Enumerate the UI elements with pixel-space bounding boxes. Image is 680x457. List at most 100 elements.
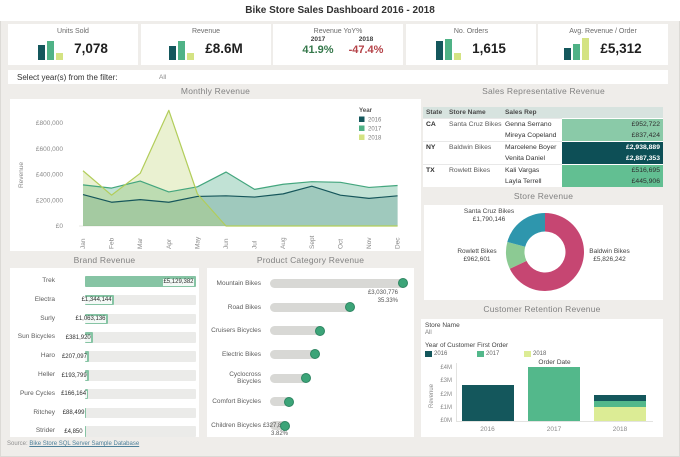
product-category-chart[interactable]: Mountain Bikes Road Bikes Cruisers Bicycle…	[207, 268, 414, 437]
sales-rep-col-header: Store Name	[446, 107, 502, 118]
monthly-x-tick: Jun	[223, 238, 230, 249]
monthly-x-tick: Jul	[252, 240, 259, 249]
retention-segment-2016	[461, 385, 514, 421]
monthly-x-tick: Nov	[366, 237, 373, 249]
brand-bar-track	[84, 426, 196, 437]
sales-rep-cell: Genna Serrano	[502, 117, 562, 130]
brand-row-pure-cycles[interactable]: Pure Cycles £166,164	[10, 385, 199, 404]
brand-label: Trek	[42, 277, 55, 284]
monthly-x-tick: Feb	[109, 237, 116, 249]
category-label: Children Bicycles	[211, 422, 261, 429]
brand-value-label: £381,920	[65, 334, 92, 342]
kpi-mini-bar	[582, 38, 589, 60]
category-row-children-bicycles[interactable]: Children Bicycles	[207, 415, 414, 437]
kpi-card-units-sold: Units Sold 7,078	[8, 24, 138, 65]
year-filter-value[interactable]: All	[159, 74, 166, 81]
sales-rep-table[interactable]: State Store Name Sales Rep CA Santa Cruz Bik…	[423, 107, 663, 187]
kpi-mini-bar	[454, 53, 461, 60]
brand-row-heller[interactable]: Heller £193,799	[10, 366, 199, 385]
retention-legend-item-2016[interactable]: 2016	[425, 350, 465, 358]
retention-store-name-label: Store Name	[425, 322, 460, 329]
brand-label: Surly	[40, 314, 55, 322]
kpi-yoy-percent: -47.4%	[348, 44, 384, 56]
category-annotation-line: £3,030,776	[367, 289, 398, 296]
brand-bar-track	[84, 370, 196, 381]
sales-rep-row[interactable]: Layla Terrell £445,906	[423, 175, 663, 187]
sales-rep-cell: £445,906	[562, 175, 663, 187]
monthly-legend-swatch-2018	[359, 134, 365, 140]
category-row-cruisers-bicycles[interactable]: Cruisers Bicycles	[207, 320, 414, 342]
sales-rep-col-header: Sales Rep	[502, 107, 562, 118]
brand-revenue-chart[interactable]: Trek £5,129,382 Electra £1,344,144 Surly £1,0…	[10, 268, 199, 437]
retention-y-tick: £2M	[440, 391, 452, 398]
sales-rep-cell: Layla Terrell	[502, 175, 562, 187]
retention-legend-label: 2017	[486, 350, 500, 357]
monthly-legend-item[interactable]: 2016	[368, 118, 382, 124]
retention-bar-2018[interactable]	[594, 394, 646, 421]
store-revenue-title: Store Revenue	[513, 191, 574, 201]
brand-row-trek[interactable]: Trek £5,129,382	[10, 272, 199, 291]
monthly-x-tick: Mar	[137, 237, 144, 249]
category-row-electric-bikes[interactable]: Electric Bikes	[207, 343, 414, 365]
retention-store-name-value[interactable]: All	[425, 330, 432, 336]
brand-row-sun-bicycles[interactable]: Sun Bicycles £381,920	[10, 328, 199, 347]
store-revenue-label: Baldwin Bikes £5,826,242	[589, 248, 629, 263]
brand-value-label: £88,499	[62, 410, 85, 418]
sales-rep-row[interactable]: Venita Daniel £2,887,353	[423, 152, 663, 164]
monthly-revenue-chart[interactable]: Revenue £0 £200,000 £400,000 £600,000 £800,00…	[10, 99, 421, 251]
category-dot	[314, 325, 325, 336]
store-revenue-label: Santa Cruz Bikes £1,790,146	[464, 208, 514, 223]
brand-row-ritchey[interactable]: Ritchey £88,499	[10, 404, 199, 423]
store-revenue-label-value: £962,601	[463, 255, 491, 263]
brand-label: Heller	[38, 371, 55, 378]
kpi-content: 1,615	[406, 36, 536, 60]
brand-row-haro[interactable]: Haro £207,097	[10, 347, 199, 366]
sales-rep-cell: £516,695	[562, 163, 663, 176]
kpi-mini-bar	[187, 52, 194, 60]
kpi-mini-bar-chart	[436, 37, 463, 60]
store-revenue-label-value: £1,790,146	[472, 215, 506, 223]
monthly-y-axis-label: Revenue	[18, 162, 25, 188]
sales-rep-cell: £2,938,889	[562, 140, 663, 153]
kpi-label: No. Orders	[453, 28, 489, 35]
monthly-legend-item[interactable]: 2017	[368, 127, 382, 133]
kpi-yoy-year: 2017	[310, 36, 326, 43]
sales-rep-row[interactable]: Mireya Copeland £837,424	[423, 129, 663, 141]
brand-label: Pure Cycles	[19, 389, 55, 397]
monthly-x-tick: Dec	[395, 237, 402, 249]
monthly-legend-item[interactable]: 2018	[368, 136, 382, 142]
retention-bar-2017[interactable]	[528, 366, 580, 421]
monthly-x-tick: Sept	[309, 235, 316, 249]
customer-retention-chart[interactable]: Store Name All Year of Customer First Orde…	[421, 319, 663, 437]
sales-rep-cell	[423, 152, 446, 164]
sales-rep-row[interactable]: TX Rowlett Bikes Kali Vargas £516,695	[423, 163, 663, 176]
monthly-y-tick: £800,000	[36, 120, 63, 127]
retention-legend-item-2017[interactable]: 2017	[477, 350, 517, 358]
retention-legend-item-2018[interactable]: 2018	[524, 350, 564, 358]
retention-y-tick: £0M	[440, 418, 452, 424]
monthly-revenue-title: Monthly Revenue	[180, 86, 251, 96]
retention-bar-2016[interactable]	[461, 385, 514, 421]
brand-row-electra[interactable]: Electra £1,344,144	[10, 291, 199, 310]
sales-rep-row[interactable]: NY Baldwin Bikes Marcelene Boyer £2,938,889	[423, 140, 663, 153]
retention-axis-title: Order Date	[538, 358, 571, 366]
kpi-value: 1,615	[472, 41, 506, 56]
brand-row-strider[interactable]: Strider £4,850	[10, 422, 199, 441]
kpi-content: £8.6M	[141, 36, 271, 60]
sales-rep-row[interactable]: CA Santa Cruz Bikes Genna Serrano £952,722	[423, 117, 663, 130]
kpi-card-no-orders: No. Orders 1,615	[406, 24, 536, 65]
sales-rep-cell: Kali Vargas	[502, 163, 562, 176]
monthly-x-tick: Apr	[166, 238, 173, 249]
category-row-comfort-bicycles[interactable]: Comfort Bicycles	[207, 391, 414, 413]
source-link[interactable]: Bike Store SQL Server Sample Database	[29, 441, 139, 447]
category-dot	[283, 396, 294, 407]
year-filter[interactable]: Select year(s) from the filter: All	[8, 70, 668, 84]
store-revenue-chart[interactable]: Baldwin Bikes £5,826,242 Rowlett Bikes £962…	[424, 205, 663, 300]
kpi-content: 7,078	[8, 36, 138, 60]
monthly-x-tick: Aug	[280, 237, 287, 249]
brand-row-surly[interactable]: Surly £1,063,136	[10, 310, 199, 329]
kpi-card-avg-revenue-order: Avg. Revenue / Order £5,312	[538, 24, 668, 65]
monthly-y-tick: £0	[56, 223, 64, 230]
category-row-cyclocross-bicycles[interactable]: Cyclocross Bicycles	[207, 367, 414, 389]
kpi-mini-bar	[564, 48, 571, 60]
